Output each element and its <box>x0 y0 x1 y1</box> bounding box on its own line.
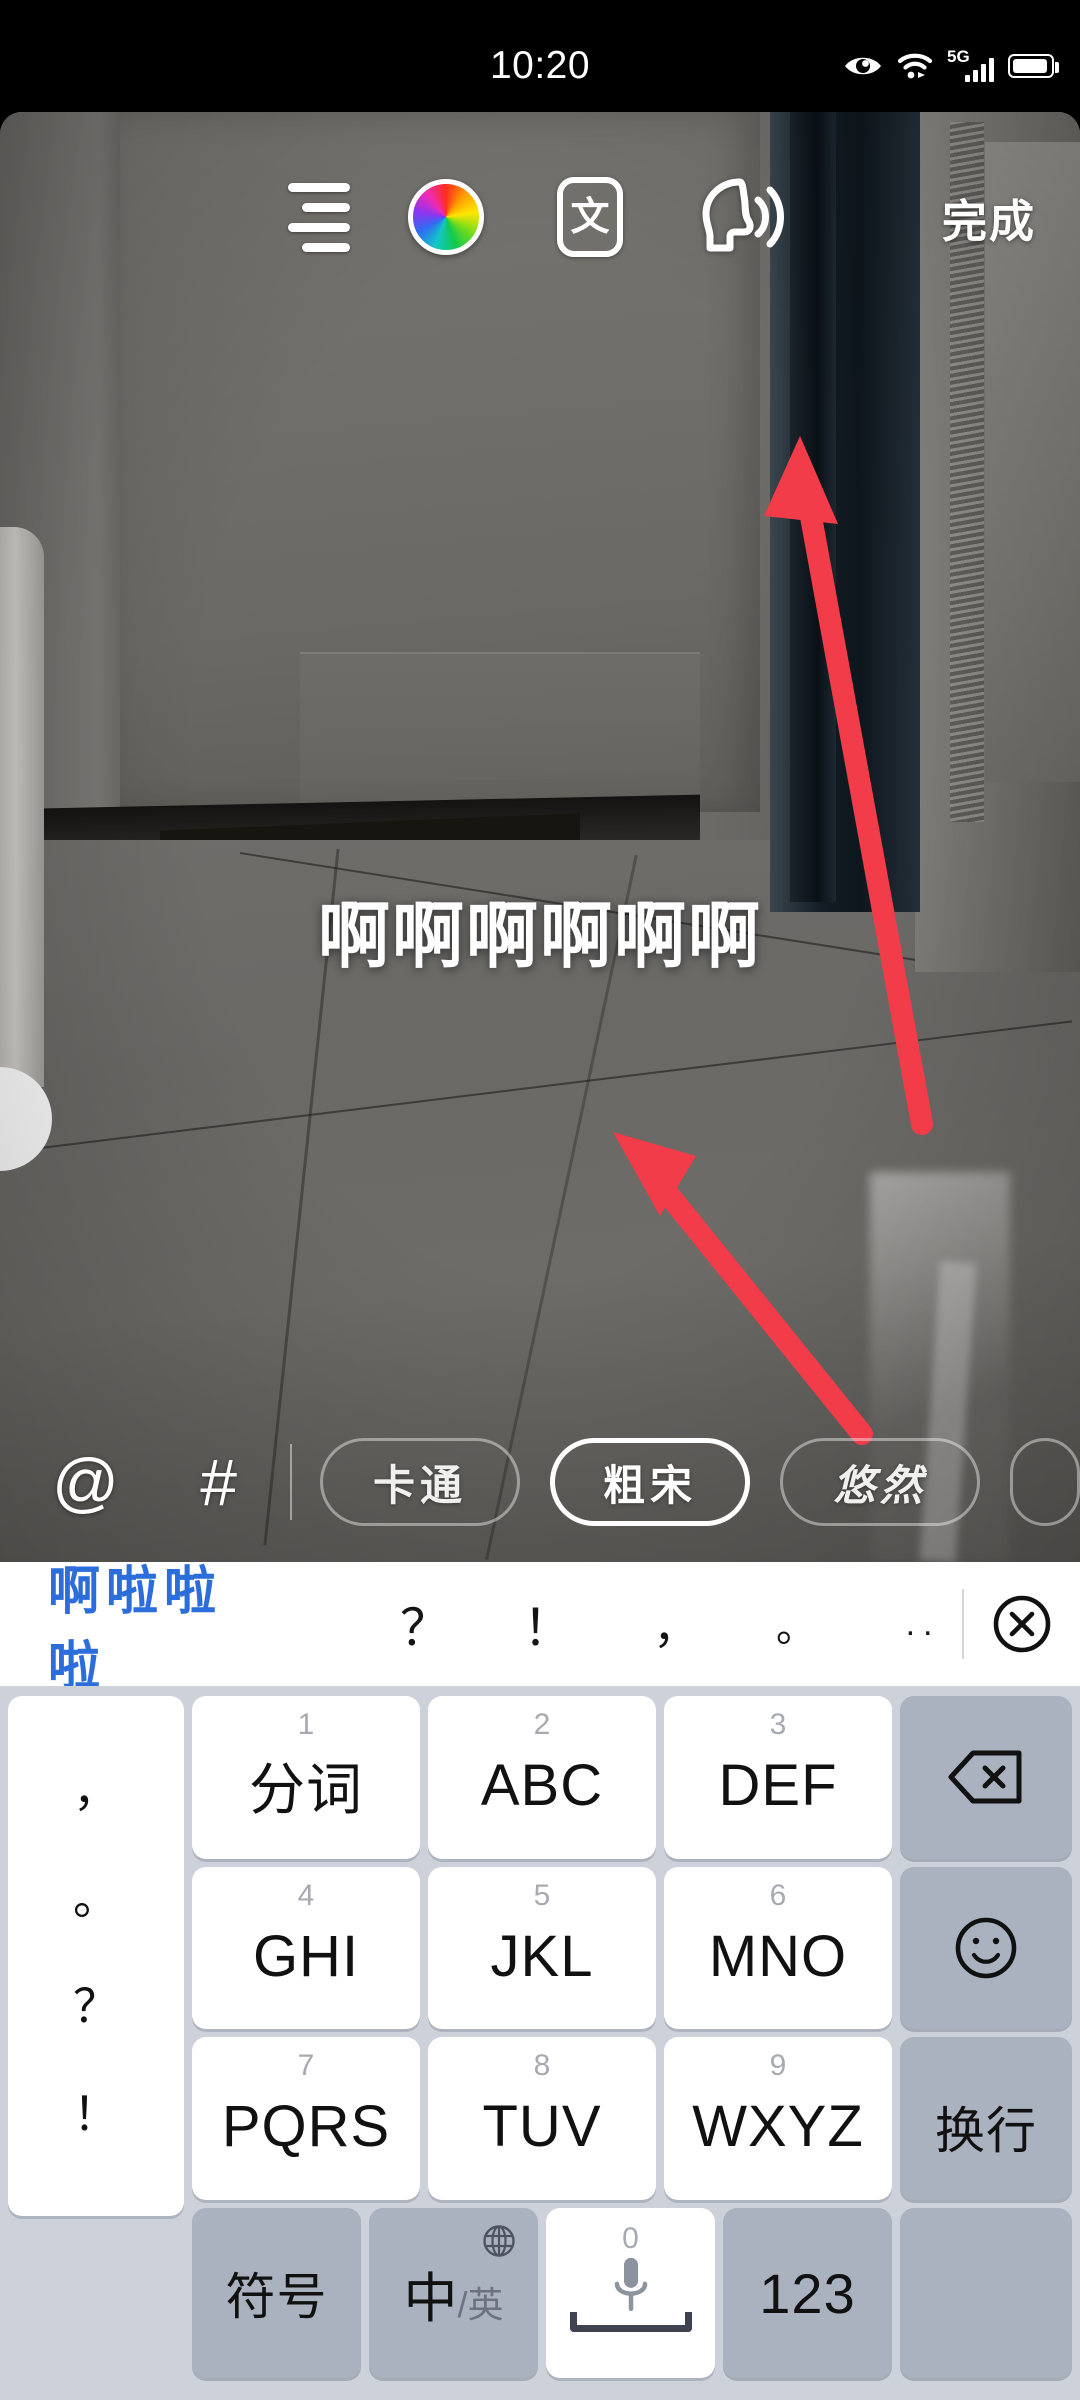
key-number: 9 <box>769 2049 787 2083</box>
font-chip-next-partial[interactable] <box>1010 1438 1080 1526</box>
punct-question[interactable]: ？ <box>73 1983 119 2029</box>
punct-period[interactable]: 。 <box>73 1875 119 1921</box>
key-label: TUV <box>482 2094 602 2160</box>
photo-editor-canvas[interactable]: 文 完成 啊啊啊啊啊啊 @ # 卡通 粗宋 悠然 <box>0 112 1080 1562</box>
candidate-word[interactable]: 啊啦啦啦 <box>48 1549 265 1699</box>
ime-keyboard: ， 。 ？ ！ 1 分词 2 ABC 3 DEF 4 GHI 5 JKL 6 M… <box>0 1686 1080 2400</box>
key-4-ghi[interactable]: 4 GHI <box>192 1866 420 2030</box>
key-number: 4 <box>297 1878 315 1912</box>
key-label: 123 <box>759 2261 856 2325</box>
text-to-speech-button[interactable] <box>688 171 788 263</box>
key-label: PQRS <box>221 2094 391 2160</box>
font-chip-bold-song[interactable]: 粗宋 <box>550 1438 750 1526</box>
key-number: 3 <box>769 1708 787 1741</box>
key-8-tuv[interactable]: 8 TUV <box>428 2037 656 2201</box>
key-label: WXYZ <box>692 2094 864 2160</box>
key-number: 2 <box>533 1708 551 1741</box>
phone-screen: 文 完成 啊啊啊啊啊啊 @ # 卡通 粗宋 悠然 10:20 5G 啊啦啦啦 ？… <box>0 0 1080 2400</box>
candidate-punctuation-group: ？ ！ ， 。 .. <box>265 1588 965 1660</box>
battery-icon <box>1008 54 1059 78</box>
key-number: 7 <box>297 2049 315 2083</box>
key-number: 6 <box>769 1878 787 1912</box>
wifi-icon <box>897 51 933 81</box>
align-text-icon <box>288 182 350 252</box>
key-label: JKL <box>490 1923 594 1989</box>
enter-key[interactable]: 换行 <box>900 2037 1072 2201</box>
key-6-mno[interactable]: 6 MNO <box>664 1866 892 2030</box>
text-align-button[interactable] <box>280 178 358 256</box>
numbers-key[interactable]: 123 <box>723 2208 892 2379</box>
font-chip-youran[interactable]: 悠然 <box>780 1438 980 1526</box>
key-label: 分词 <box>249 1757 363 1821</box>
key-number: 5 <box>533 1878 551 1912</box>
punct-exclamation[interactable]: ！ <box>73 2091 119 2137</box>
globe-icon[interactable] <box>482 2224 516 2263</box>
keyboard-row: 7 PQRS 8 TUV 9 WXYZ 换行 <box>192 2037 1072 2201</box>
candidate-comma[interactable]: ， <box>646 1591 706 1657</box>
emoji-smiley-icon <box>955 1917 1017 1979</box>
language-switch-key[interactable]: 中/英 <box>369 2208 538 2379</box>
backspace-icon <box>948 1750 1022 1804</box>
emoji-key[interactable] <box>900 1866 1072 2030</box>
key-number: 1 <box>297 1708 315 1741</box>
lang-sub-label: /英 <box>457 2283 504 2325</box>
symbols-key[interactable]: 符号 <box>192 2208 361 2379</box>
punctuation-column-key[interactable]: ， 。 ？ ！ <box>8 1696 184 2216</box>
color-picker-button[interactable] <box>402 173 490 261</box>
space-bar-indicator <box>569 2312 692 2333</box>
keyboard-row: 4 GHI 5 JKL 6 MNO <box>192 1866 1072 2030</box>
space-voice-key[interactable]: 0 <box>546 2208 715 2379</box>
punct-comma[interactable]: ， <box>73 1767 119 1813</box>
key-number: 8 <box>533 2049 551 2083</box>
key-label: DEF <box>718 1752 838 1818</box>
hashtag-button[interactable]: # <box>175 1449 262 1515</box>
candidate-question-mark[interactable]: ？ <box>390 1588 460 1660</box>
key-label: 换行 <box>935 2102 1037 2159</box>
candidate-period[interactable]: 。 <box>766 1595 826 1653</box>
font-chip-cartoon[interactable]: 卡通 <box>320 1438 520 1526</box>
candidate-more-dots[interactable]: .. <box>888 1605 958 1644</box>
ime-candidate-bar: 啊啦啦啦 ？ ！ ， 。 .. <box>0 1562 1080 1696</box>
key-2-abc[interactable]: 2 ABC <box>428 1696 656 1859</box>
color-wheel-icon <box>408 179 484 255</box>
eye-care-icon <box>843 53 883 79</box>
signal-bars-icon: 5G <box>947 47 994 82</box>
speech-head-icon <box>702 178 784 252</box>
key-9-wxyz[interactable]: 9 WXYZ <box>664 2037 892 2201</box>
keyboard-row: 1 分词 2 ABC 3 DEF <box>192 1696 1072 1859</box>
font-style-bar: @ # 卡通 粗宋 悠然 <box>0 1402 1080 1562</box>
translate-icon: 文 <box>557 177 623 257</box>
keyboard-main-grid: 1 分词 2 ABC 3 DEF 4 GHI 5 JKL 6 MNO 7 PQR… <box>192 1696 1072 2386</box>
mention-button[interactable]: @ <box>42 1449 129 1515</box>
key-1-fenci[interactable]: 1 分词 <box>192 1696 420 1859</box>
network-type-label: 5G <box>947 47 970 66</box>
status-icon-group: 5G <box>843 46 1059 86</box>
done-button[interactable]: 完成 <box>942 185 1036 250</box>
status-bar: 10:20 5G <box>0 0 1080 112</box>
sticker-text-overlay[interactable]: 啊啊啊啊啊啊 <box>0 894 1080 978</box>
key-label: 符号 <box>225 2269 328 2326</box>
key-label: GHI <box>252 1923 360 1989</box>
key-7-pqrs[interactable]: 7 PQRS <box>192 2037 420 2201</box>
editor-toolbar: 文 完成 <box>0 152 1080 282</box>
key-3-def[interactable]: 3 DEF <box>664 1696 892 1859</box>
backspace-key[interactable] <box>900 1696 1072 1859</box>
close-keyboard-button[interactable] <box>964 1593 1080 1655</box>
lang-main-label: 中 <box>403 2268 458 2329</box>
candidate-exclamation[interactable]: ！ <box>518 1588 578 1660</box>
close-circle-icon <box>993 1595 1051 1653</box>
key-label: ABC <box>480 1752 604 1818</box>
enter-key-bottom[interactable] <box>900 2208 1072 2379</box>
toolbar-divider <box>290 1444 292 1520</box>
photo-vignette <box>0 112 1080 1562</box>
key-label: 中/英 <box>403 2254 503 2333</box>
keyboard-row: 符号 中/英 0 123 <box>192 2208 1072 2379</box>
key-label: MNO <box>708 1923 848 1989</box>
translate-button[interactable]: 文 <box>544 171 636 263</box>
key-5-jkl[interactable]: 5 JKL <box>428 1866 656 2030</box>
